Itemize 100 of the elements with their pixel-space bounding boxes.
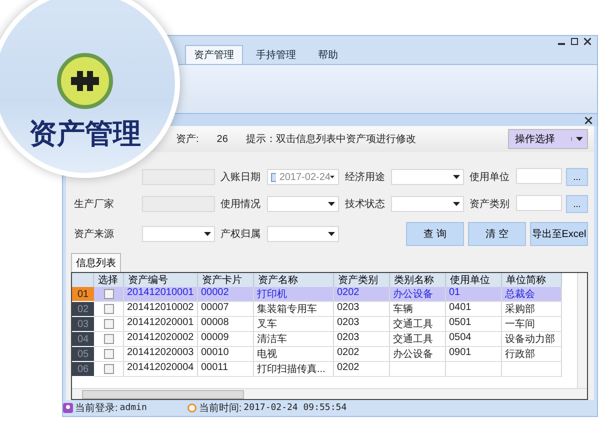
close-icon[interactable] — [585, 116, 592, 124]
maximize-icon[interactable] — [571, 38, 578, 46]
table-cell: 01 — [446, 287, 502, 302]
clock-icon — [186, 403, 197, 414]
action-button[interactable]: 查 询 — [406, 222, 464, 246]
column-header: 选择 — [94, 273, 124, 288]
table-cell — [502, 362, 562, 378]
row-index[interactable]: 01 — [72, 287, 94, 302]
table-cell: 201412020002 — [124, 332, 198, 348]
column-header: 资产名称 — [254, 273, 334, 288]
table-cell: 一车间 — [502, 317, 562, 332]
column-header: 资产编号 — [124, 273, 198, 288]
table-cell: 交通工具 — [390, 332, 446, 348]
row-checkbox[interactable] — [104, 334, 114, 344]
row-checkbox[interactable] — [104, 304, 114, 314]
table-cell: 集装箱专用车 — [254, 302, 334, 318]
table-cell: 0504 — [446, 332, 502, 348]
horizontal-scrollbar[interactable] — [72, 388, 587, 400]
table-cell: 叉车 — [254, 317, 334, 332]
caret-icon — [328, 232, 335, 236]
row-checkbox[interactable] — [104, 349, 114, 360]
column-header: 使用单位 — [446, 273, 502, 288]
hint-text: 提示：双击信息列表中资产项进行修改 — [246, 132, 416, 146]
table-cell: 办公设备 — [390, 287, 446, 302]
table-cell: 00008 — [198, 317, 254, 332]
current-time: 2017-02-24 09:55:54 — [244, 403, 347, 414]
date-field[interactable]: 2017-02-24 — [266, 169, 339, 186]
field-label: 经济用途 — [345, 170, 385, 184]
table-cell: 00002 — [198, 287, 254, 302]
table-cell: 00007 — [198, 302, 254, 318]
field-label: 资产来源 — [74, 228, 115, 242]
browse-button[interactable]: ... — [566, 195, 588, 214]
table-cell — [446, 362, 502, 378]
text-field[interactable] — [142, 169, 214, 186]
dropdown-field[interactable] — [266, 226, 339, 242]
caret-icon — [328, 202, 335, 206]
table-cell: 交通工具 — [390, 317, 446, 332]
table-cell: 201412010001 — [124, 287, 198, 302]
table-cell: 201412020003 — [124, 347, 198, 362]
asset-count: 26 — [216, 134, 228, 145]
table-cell: 0901 — [446, 347, 502, 362]
column-header: 单位简称 — [502, 273, 562, 288]
table-cell: 0202 — [334, 347, 390, 362]
count-label: 资产: — [176, 132, 199, 146]
row-checkbox[interactable] — [104, 364, 114, 374]
text-field[interactable] — [142, 196, 214, 212]
table-cell: 0202 — [334, 362, 390, 378]
caret-icon — [452, 175, 460, 180]
table-cell: 0203 — [334, 332, 390, 348]
text-field[interactable] — [516, 195, 562, 212]
plug-icon — [57, 53, 113, 109]
action-button[interactable]: 导出至Excel — [530, 222, 588, 246]
caret-icon — [330, 175, 335, 180]
table-cell — [390, 362, 446, 378]
dropdown-field[interactable] — [391, 196, 464, 212]
table-cell: 201412020004 — [124, 362, 198, 378]
action-button[interactable]: 清 空 — [468, 222, 526, 246]
field-label: 生产厂家 — [74, 198, 115, 212]
table-cell: 0202 — [334, 287, 390, 302]
menu-tab[interactable]: 手持管理 — [247, 44, 305, 64]
module-title: 资产管理 — [29, 117, 141, 151]
dropdown-field[interactable] — [266, 196, 339, 212]
vertical-scrollbar[interactable] — [577, 273, 587, 390]
caret-icon — [204, 232, 210, 236]
calendar-icon — [270, 172, 276, 182]
menu-tab[interactable]: 资产管理 — [185, 44, 243, 64]
column-header: 资产类别 — [334, 273, 390, 288]
field-label: 资产类别 — [470, 198, 510, 212]
login-user: admin — [120, 403, 147, 414]
action-dropdown[interactable]: 操作选择 — [508, 129, 588, 150]
row-checkbox[interactable] — [104, 289, 114, 300]
table-cell: 00010 — [198, 347, 254, 362]
table-cell: 00011 — [198, 362, 254, 378]
caret-icon — [452, 202, 460, 206]
corner-cell — [72, 273, 94, 288]
field-label: 使用单位 — [470, 170, 510, 184]
field-label: 技术状态 — [345, 198, 385, 212]
row-checkbox[interactable] — [104, 319, 114, 330]
menu-tab[interactable]: 帮助 — [309, 44, 347, 64]
close-icon[interactable] — [584, 38, 591, 46]
table-cell: 0501 — [446, 317, 502, 332]
table-cell: 行政部 — [502, 347, 562, 362]
table-cell: 0203 — [334, 317, 390, 332]
caret-icon — [576, 137, 583, 142]
browse-button[interactable]: ... — [566, 168, 588, 186]
table-cell: 0401 — [446, 302, 502, 318]
dropdown-field[interactable] — [142, 226, 214, 242]
table-cell: 0203 — [334, 302, 390, 318]
table-cell: 办公设备 — [390, 347, 446, 362]
text-field[interactable] — [516, 168, 562, 184]
table-cell: 00009 — [198, 332, 254, 348]
table-cell: 201412010002 — [124, 302, 198, 318]
table-cell: 车辆 — [390, 302, 446, 318]
dropdown-field[interactable] — [391, 169, 464, 186]
time-label: 当前时间: — [198, 402, 242, 416]
table-cell: 清洁车 — [254, 332, 334, 348]
field-label: 产权归属 — [220, 228, 260, 242]
list-tab[interactable]: 信息列表 — [71, 253, 121, 272]
table-cell: 设备动力部 — [502, 332, 562, 348]
table-cell: 打印扫描传真... — [254, 362, 334, 378]
